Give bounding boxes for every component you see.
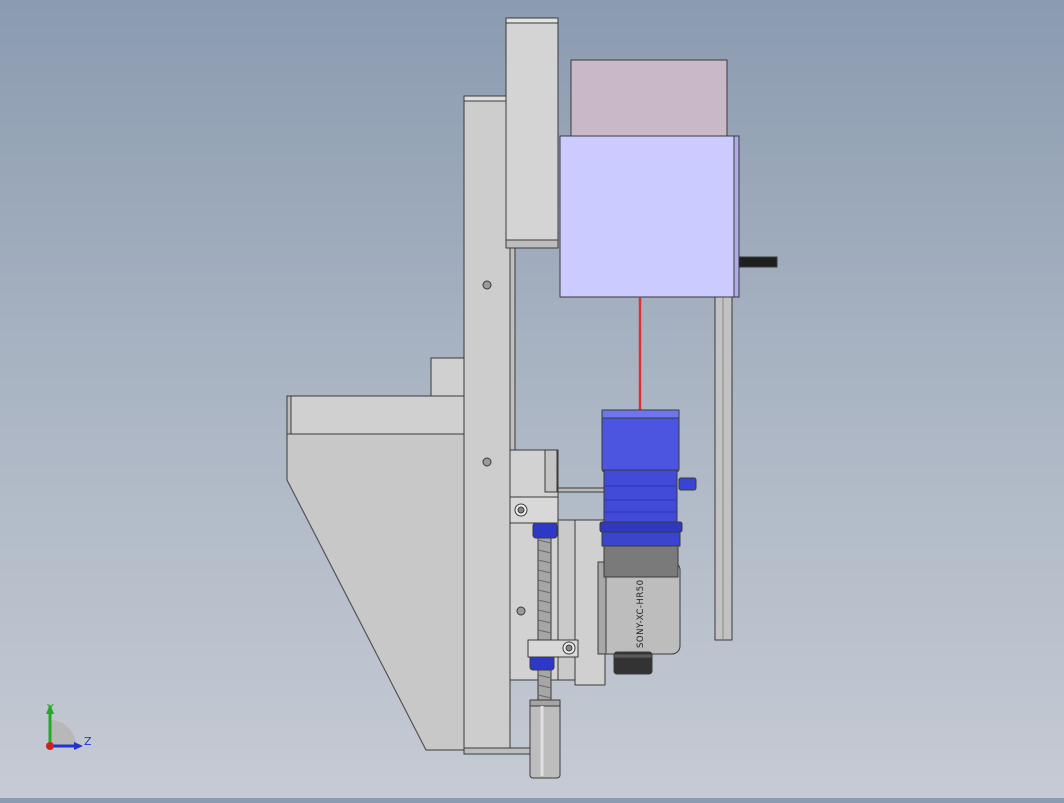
laser-housing[interactable] bbox=[559, 135, 778, 298]
adjust-knob[interactable] bbox=[529, 699, 561, 779]
housing-cable bbox=[738, 256, 778, 268]
camera-body[interactable]: SONY-XC-HR50 bbox=[597, 544, 681, 675]
camera-model-label: SONY-XC-HR50 bbox=[636, 579, 646, 648]
base-bracket[interactable] bbox=[286, 433, 466, 751]
plate-hole-upper bbox=[482, 280, 492, 290]
y-axis-label: Y bbox=[46, 702, 54, 715]
upper-nut[interactable] bbox=[532, 522, 558, 539]
bracket-arm[interactable] bbox=[286, 357, 470, 437]
camera-lens[interactable] bbox=[599, 409, 697, 547]
lens-focus-screw[interactable] bbox=[678, 477, 697, 491]
plate-hole-lower bbox=[482, 457, 492, 467]
triad-origin bbox=[46, 742, 54, 750]
top-block[interactable] bbox=[570, 59, 728, 138]
cad-viewport[interactable]: SONY-XC-HR50 Y Z bbox=[0, 0, 1064, 798]
z-axis-label: Z bbox=[84, 735, 92, 748]
cad-model-assembly[interactable]: SONY-XC-HR50 bbox=[286, 17, 778, 779]
rear-rail[interactable] bbox=[714, 294, 733, 641]
mount-hole bbox=[516, 606, 526, 616]
axis-triad: Y Z bbox=[46, 702, 92, 750]
